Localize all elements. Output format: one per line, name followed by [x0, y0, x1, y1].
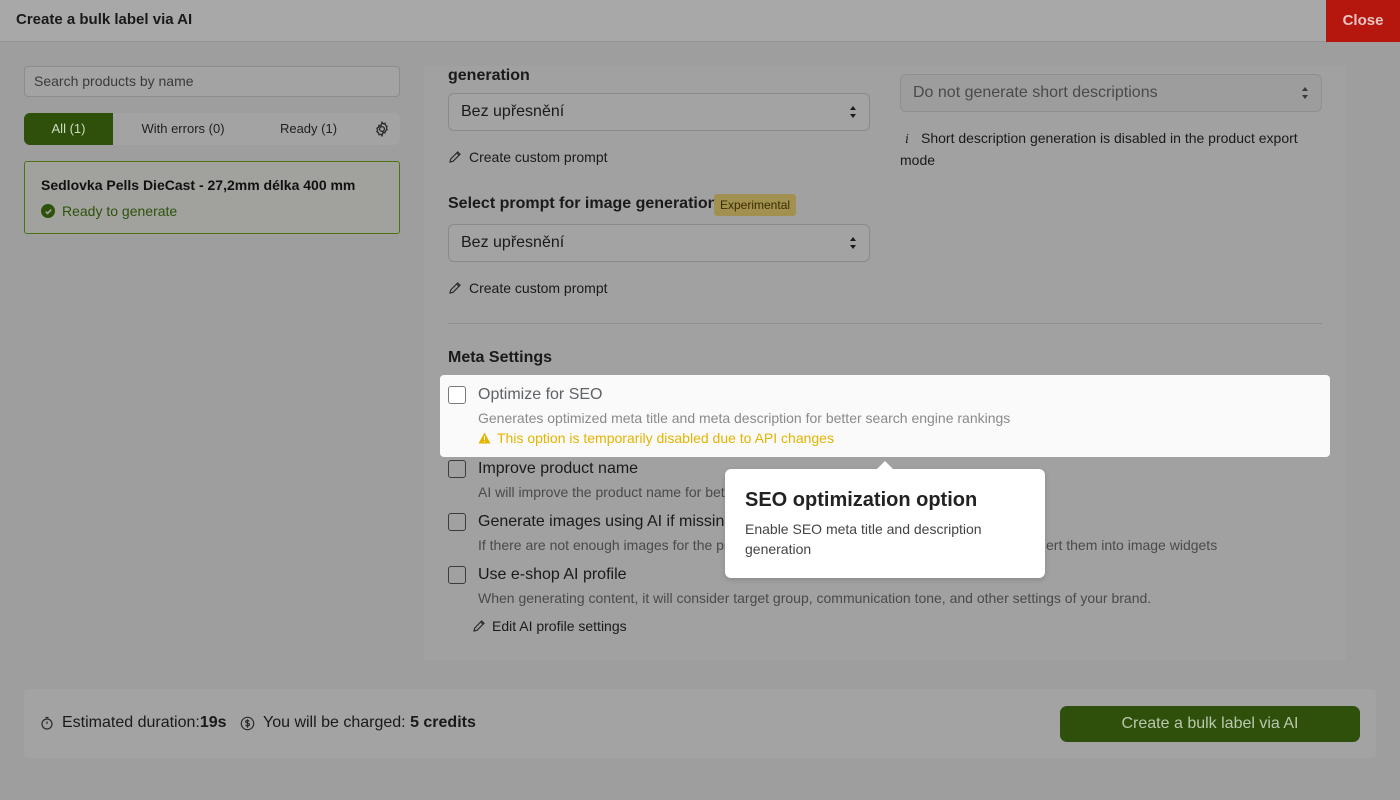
product-status: Ready to generate [41, 203, 177, 219]
estimated-duration: Estimated duration:19s [40, 714, 227, 732]
timer-icon [41, 716, 53, 730]
generate-images-desc-tail: ert them into image widgets [1046, 537, 1218, 553]
search-input[interactable]: Search products by name [24, 66, 400, 97]
ai-profile-checkbox[interactable] [448, 566, 466, 584]
generate-images-checkbox[interactable] [448, 513, 466, 531]
duration-label: Estimated duration: [62, 714, 200, 731]
select-arrows-icon [850, 106, 856, 118]
coin-icon [240, 716, 255, 730]
select-arrows-icon [1302, 87, 1308, 99]
pencil-icon [449, 282, 461, 294]
tooltip-title: SEO optimization option [745, 489, 978, 511]
modal-header: Create a bulk label via AI [0, 0, 1400, 42]
custom-prompt-link-image[interactable]: Create custom prompt [448, 280, 608, 296]
short-description-value: Do not generate short descriptions [913, 84, 1158, 101]
experimental-badge: Experimental [714, 194, 797, 216]
gear-icon[interactable] [364, 113, 400, 145]
credit-charge: You will be charged: 5 credits [240, 714, 476, 732]
ai-profile-desc: When generating content, it will conside… [478, 590, 1152, 606]
image-prompt-label: Select prompt for image generation [448, 195, 718, 212]
seo-warning-text: This option is temporarily disabled due … [497, 430, 834, 446]
description-prompt-value: Bez upřesnění [461, 103, 565, 120]
duration-value: 19s [199, 714, 227, 731]
charge-value: 5 credits [410, 714, 476, 731]
modal-title: Create a bulk label via AI [16, 11, 193, 28]
seo-option-desc: Generates optimized meta title and meta … [478, 410, 1011, 426]
pencil-icon [449, 151, 461, 163]
custom-prompt-link-description[interactable]: Create custom prompt [448, 149, 608, 165]
filter-tabs: All (1) With errors (0) Ready (1) [24, 113, 364, 145]
pencil-icon [473, 620, 485, 632]
create-bulk-label-button[interactable]: Create a bulk label via AI [1060, 706, 1360, 742]
check-circle-icon [41, 204, 55, 218]
seo-option-title: Optimize for SEO [478, 386, 603, 403]
edit-ai-profile-label: Edit AI profile settings [492, 618, 627, 634]
ai-profile-title: Use e-shop AI profile [478, 566, 627, 583]
image-prompt-value: Bez upřesnění [461, 234, 565, 251]
product-status-label: Ready to generate [62, 203, 178, 219]
description-prompt-select[interactable]: Bez upřesnění [448, 93, 870, 131]
meta-settings-title: Meta Settings [448, 349, 553, 366]
tab-ready[interactable]: Ready (1) [253, 113, 364, 145]
generate-images-title: Generate images using AI if missing [478, 513, 734, 530]
tooltip-body: Enable SEO meta title and description ge… [745, 521, 982, 557]
generate-images-desc: If there are not enough images for the p… [478, 537, 729, 553]
seo-option: Optimize for SEO Generates optimized met… [440, 375, 1330, 457]
seo-checkbox[interactable] [448, 386, 466, 404]
custom-prompt-label: Create custom prompt [469, 149, 608, 165]
product-card[interactable]: Sedlovka Pells DieCast - 27,2mm délka 40… [24, 161, 400, 234]
charge-label: You will be charged: [263, 714, 411, 731]
description-prompt-label: generation [448, 67, 530, 84]
tooltip-arrow [877, 461, 893, 469]
info-icon: i [905, 132, 909, 146]
improve-name-title: Improve product name [478, 460, 639, 477]
tab-with-errors[interactable]: With errors (0) [113, 113, 253, 145]
edit-ai-profile-link[interactable]: Edit AI profile settings [472, 618, 627, 634]
image-prompt-select[interactable]: Bez upřesnění [448, 224, 870, 262]
short-description-info: i Short description generation is disable… [900, 128, 1320, 171]
section-divider [448, 323, 1322, 324]
improve-name-checkbox[interactable] [448, 460, 466, 478]
short-description-select[interactable]: Do not generate short descriptions [900, 74, 1322, 112]
tab-all[interactable]: All (1) [24, 113, 113, 145]
custom-prompt-label: Create custom prompt [469, 280, 608, 296]
seo-warning: This option is temporarily disabled due … [478, 430, 834, 446]
select-arrows-icon [850, 237, 856, 249]
product-name: Sedlovka Pells DieCast - 27,2mm délka 40… [41, 177, 356, 193]
footer-bar: Estimated duration:19s You will be charg… [24, 689, 1376, 758]
improve-name-desc: AI will improve the product name for bet [478, 484, 725, 500]
seo-tooltip: SEO optimization option Enable SEO meta … [725, 461, 1045, 578]
warning-icon [478, 432, 491, 444]
close-button[interactable]: Close [1326, 0, 1400, 42]
short-description-info-text: Short description generation is disabled… [900, 130, 1298, 168]
